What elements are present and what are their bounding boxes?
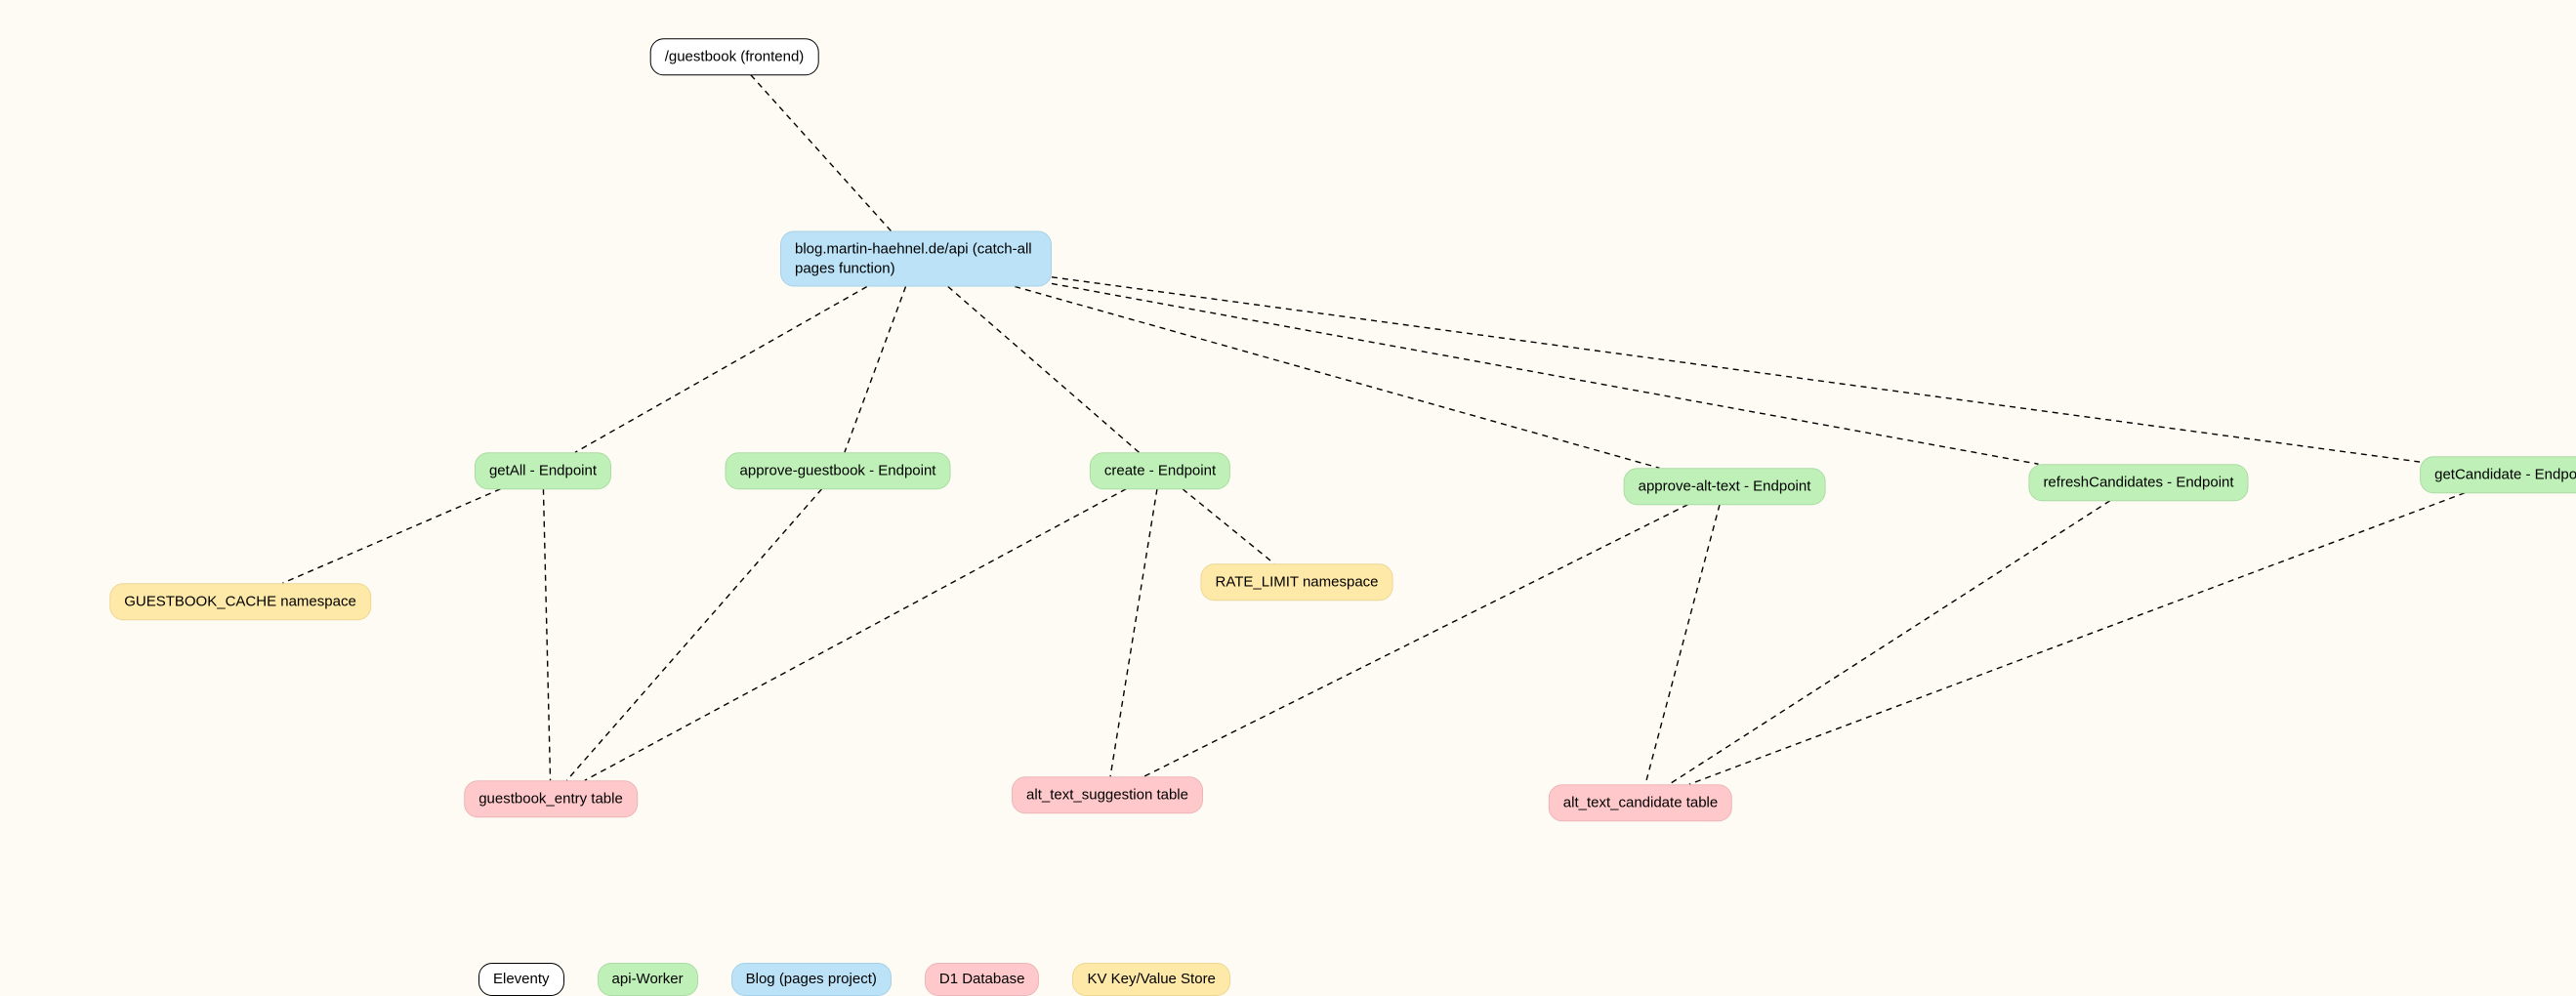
legend-kv: KV Key/Value Store: [1072, 963, 1229, 996]
edge: [585, 489, 1126, 781]
node-frontend: /guestbook (frontend): [650, 38, 819, 75]
legend-blog: Blog (pages project): [731, 963, 892, 996]
node-kv-rate-limit: RATE_LIMIT namespace: [1200, 563, 1392, 601]
diagram-canvas: /guestbook (frontend) blog.martin-haehne…: [0, 0, 2576, 990]
edge: [1183, 489, 1274, 564]
edge: [1645, 505, 1720, 785]
edge: [543, 489, 550, 781]
node-endpoint-approve-gb: approve-guestbook - Endpoint: [726, 452, 951, 489]
legend-d1: D1 Database: [925, 963, 1040, 996]
edge: [566, 489, 821, 781]
node-endpoint-approve-alt: approve-alt-text - Endpoint: [1624, 468, 1826, 505]
edge: [1052, 283, 2038, 464]
edge: [282, 489, 500, 584]
edge: [948, 287, 1140, 453]
legend: Eleventy api-Worker Blog (pages project)…: [478, 963, 1230, 996]
node-endpoint-refresh: refreshCandidates - Endpoint: [2028, 464, 2248, 501]
node-endpoint-getall: getAll - Endpoint: [475, 452, 611, 489]
edge: [845, 287, 906, 453]
edge: [1052, 277, 2420, 462]
node-endpoint-create: create - Endpoint: [1090, 452, 1230, 489]
edge: [1689, 493, 2465, 785]
node-table-alt-text-sugg: alt_text_suggestion table: [1012, 776, 1203, 813]
edge: [1669, 501, 2110, 785]
node-table-guestbook-entry: guestbook_entry table: [464, 780, 638, 817]
legend-api-worker: api-Worker: [598, 963, 698, 996]
edge: [575, 287, 867, 453]
legend-eleventy: Eleventy: [478, 963, 564, 996]
node-kv-guestbook-cache: GUESTBOOK_CACHE namespace: [109, 583, 371, 620]
node-endpoint-getcandidate: getCandidate - Endpoint: [2420, 456, 2576, 493]
edge: [751, 75, 892, 231]
edge: [1144, 505, 1688, 777]
node-table-alt-text-cand: alt_text_candidate table: [1549, 784, 1732, 821]
node-api: blog.martin-haehnel.de/api (catch-all pa…: [780, 231, 1052, 287]
edge: [1110, 489, 1157, 777]
edge: [1015, 287, 1659, 469]
